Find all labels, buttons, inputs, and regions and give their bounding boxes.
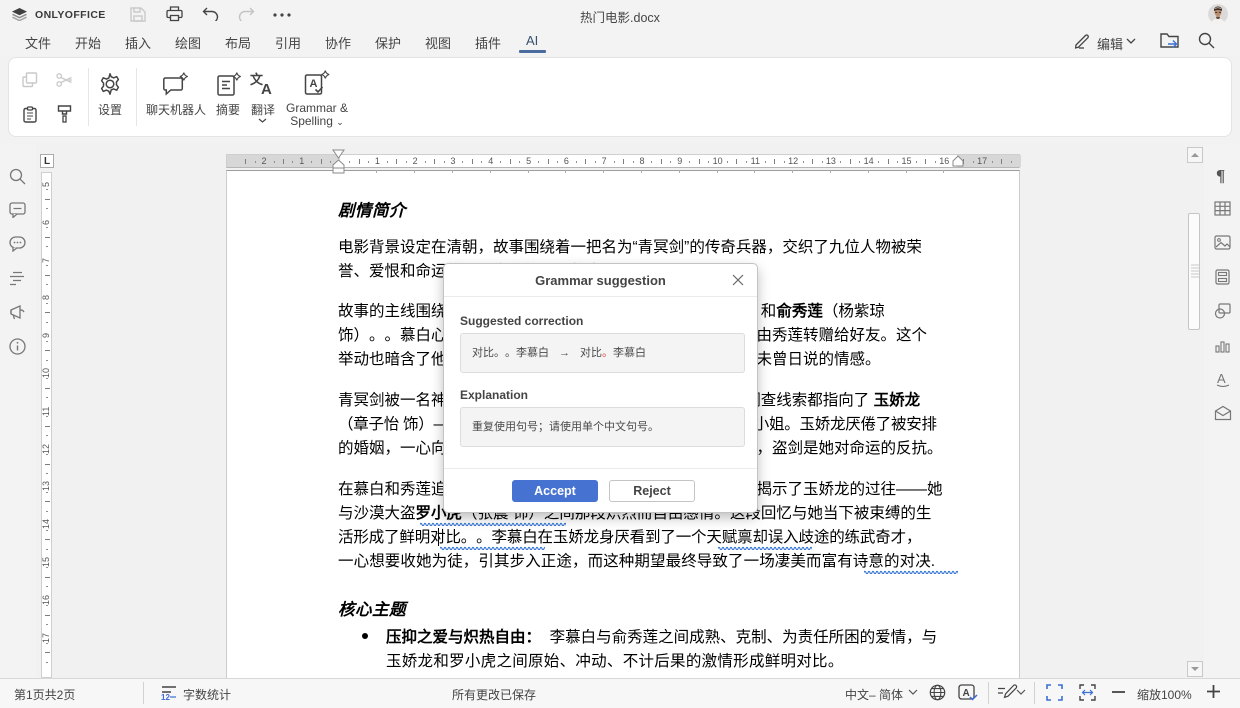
svg-text:A: A bbox=[1217, 371, 1226, 386]
svg-text:12: 12 bbox=[161, 693, 170, 700]
svg-text:¶: ¶ bbox=[1216, 166, 1225, 184]
svg-text:A: A bbox=[310, 78, 318, 90]
svg-text:A: A bbox=[261, 81, 272, 96]
svg-text:A: A bbox=[963, 688, 970, 699]
